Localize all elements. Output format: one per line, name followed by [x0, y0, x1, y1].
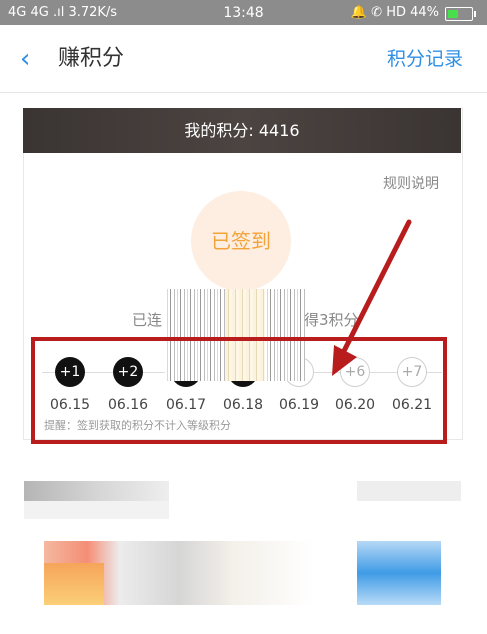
blurred-banner-accent — [44, 563, 104, 605]
blurred-item-action — [357, 481, 461, 501]
blurred-item-title — [24, 481, 169, 501]
blurred-item-subtitle — [24, 501, 169, 519]
blurred-button[interactable] — [357, 541, 441, 605]
annotation-arrow-icon — [332, 219, 412, 376]
